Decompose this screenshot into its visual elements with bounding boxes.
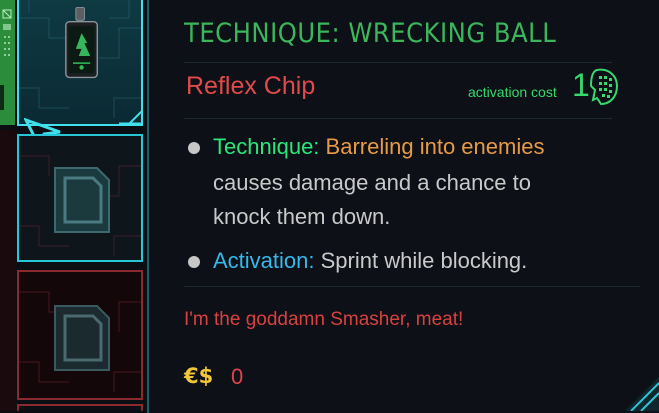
effect-line: Activation: Sprint while blocking. (213, 248, 527, 274)
bullet-icon (188, 142, 200, 154)
side-strip-pattern-icon (0, 9, 12, 110)
empty-chip-slot-icon (54, 305, 110, 371)
slot-corner-accent-icon (119, 110, 141, 124)
effect-keyword-technique: Technique: (213, 134, 320, 159)
effect-text: Sprint while blocking. (320, 248, 528, 273)
effects-divider (184, 286, 640, 287)
chip-slot-equipped[interactable] (17, 0, 143, 126)
effect-keyword-activation: Activation: (213, 248, 315, 273)
side-strip-dark (0, 130, 15, 411)
effect-text-line: knock them down. (213, 204, 391, 229)
effect-text-line: causes damage and a chance to (213, 170, 532, 195)
side-accent-strip (0, 0, 15, 125)
eurodollar-icon: €$ (184, 364, 214, 388)
panel-corner-accent-icon (625, 377, 659, 411)
activation-cost-label: activation cost (468, 84, 557, 100)
chip-slot-empty[interactable] (17, 270, 143, 400)
chip-slot-empty[interactable] (17, 134, 143, 262)
header-divider (184, 118, 612, 119)
title-divider (184, 62, 612, 63)
reflex-chip-icon (65, 7, 98, 79)
item-title: TECHNIQUE: WRECKING BALL (184, 18, 557, 49)
activation-cost-value: 1 (572, 67, 590, 103)
chip-slot-partial (17, 404, 143, 411)
ram-unit-icon (589, 68, 619, 106)
price-value: 0 (231, 364, 244, 389)
chip-slot-column (0, 0, 150, 411)
item-type: Reflex Chip (186, 72, 316, 100)
empty-chip-slot-icon (54, 167, 110, 233)
effect-line: Technique: Barreling into enemies (213, 134, 544, 160)
effect-highlight: Barreling into enemies (325, 134, 545, 159)
flavor-text: I'm the goddamn Smasher, meat! (184, 309, 464, 330)
bullet-icon (188, 256, 200, 268)
